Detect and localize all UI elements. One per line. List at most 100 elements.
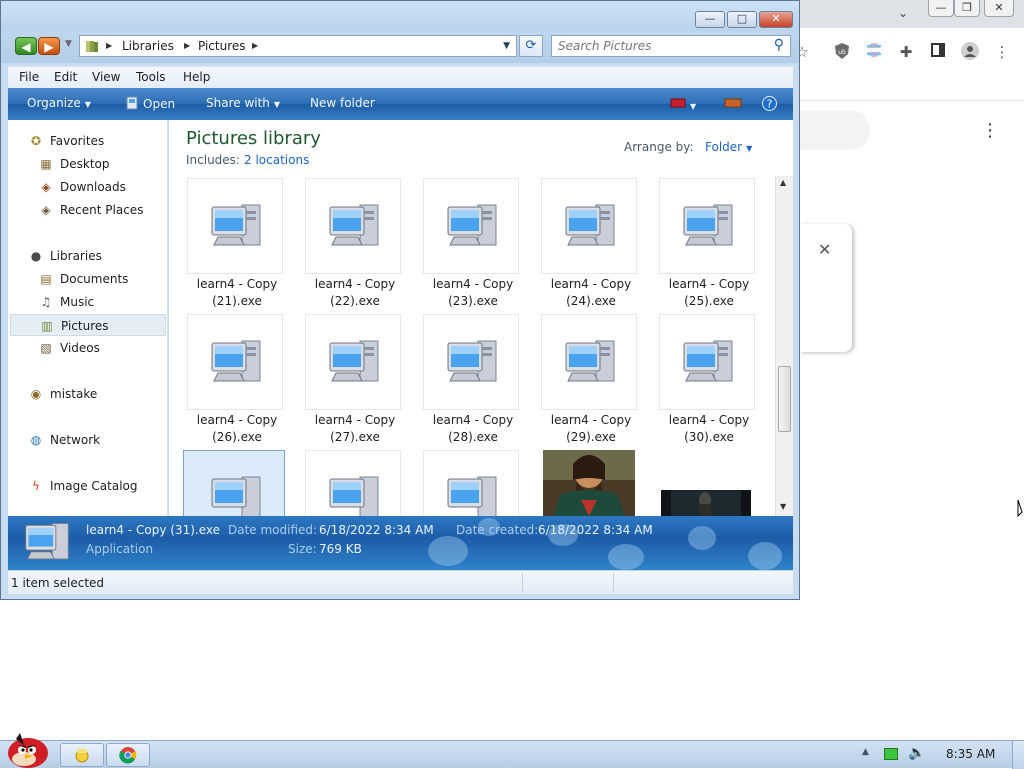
new-folder-button[interactable]: New folder <box>310 96 375 110</box>
sidebar-item-videos[interactable]: ▧ Videos <box>10 337 166 359</box>
minimize-button[interactable]: — <box>695 11 725 28</box>
sidebar-item-libraries[interactable]: ● Libraries <box>10 245 166 267</box>
sidebar-item-image-catalog[interactable]: ϟ Image Catalog <box>10 475 166 497</box>
library-folder-icon <box>86 41 98 52</box>
sidebar-item-documents[interactable]: ▤ Documents <box>10 268 166 290</box>
arrange-by-dropdown[interactable]: Folder ▼ <box>705 140 752 154</box>
file-item[interactable]: learn4 - Copy (30).exe <box>641 312 759 446</box>
preview-pane-button[interactable] <box>724 97 742 112</box>
libraries-icon: ● <box>30 249 42 263</box>
file-item[interactable]: learn4 - Copy (22).exe <box>287 176 405 310</box>
scrollbar-thumb[interactable] <box>778 366 791 432</box>
file-item-selected[interactable] <box>169 448 285 516</box>
sidebar-item-network[interactable]: ◍ Network <box>10 429 166 451</box>
address-dropdown-icon[interactable]: ▼ <box>503 41 510 51</box>
change-view-button[interactable]: ▼ <box>670 97 696 112</box>
volume-icon[interactable]: 🔈 <box>908 745 925 761</box>
menu-edit[interactable]: Edit <box>54 70 77 84</box>
page-more-icon[interactable]: ⋮ <box>980 120 1000 144</box>
page-search-box[interactable] <box>790 110 870 150</box>
popup-close-icon[interactable]: ✕ <box>818 240 831 259</box>
browser-tab-list-icon[interactable]: ⌄ <box>898 6 908 20</box>
computer-icon <box>329 476 379 516</box>
help-button[interactable]: ? <box>762 96 777 114</box>
breadcrumb-libraries[interactable]: Libraries <box>122 39 174 53</box>
file-name-line: learn4 - Copy <box>668 277 750 291</box>
close-button[interactable]: ✕ <box>759 11 793 28</box>
taskbar-chrome-button[interactable] <box>106 743 150 767</box>
sidebar-item-music[interactable]: ♫ Music <box>10 291 166 313</box>
breadcrumb-separator-icon[interactable]: ▶ <box>184 41 190 50</box>
includes-locations-link[interactable]: 2 locations <box>244 153 309 167</box>
sidebar-item-recent-places[interactable]: ◈ Recent Places <box>10 199 166 221</box>
date-modified-value: 6/18/2022 8:34 AM <box>319 523 434 537</box>
sidebar-item-favorites[interactable]: ✪ Favorites <box>10 130 166 152</box>
image-item[interactable] <box>641 448 759 516</box>
decorative-bubble <box>428 536 468 566</box>
network-status-icon[interactable] <box>884 748 898 760</box>
application-thumbnail <box>541 314 637 410</box>
profile-avatar-icon[interactable] <box>960 42 980 62</box>
menu-tools[interactable]: Tools <box>136 70 166 84</box>
scroll-up-icon[interactable]: ▲ <box>780 178 786 187</box>
breadcrumb-separator-icon[interactable]: ▶ <box>252 41 258 50</box>
breadcrumb-pictures[interactable]: Pictures <box>198 39 246 53</box>
file-item[interactable]: learn4 - Copy (21).exe <box>169 176 287 310</box>
forward-button[interactable]: ▶ <box>38 37 60 55</box>
open-button[interactable]: Open <box>126 96 175 111</box>
title-bar[interactable]: — □ ✕ <box>1 1 799 31</box>
file-item[interactable]: learn4 - Copy (23).exe <box>405 176 523 310</box>
file-item[interactable]: learn4 - Copy (25).exe <box>641 176 759 310</box>
file-item[interactable]: learn4 - Copy (26).exe <box>169 312 287 446</box>
homegroup-icon: ◉ <box>30 387 42 401</box>
status-divider <box>522 573 523 593</box>
browser-close-button[interactable]: ✕ <box>984 0 1014 17</box>
application-thumbnail <box>187 314 283 410</box>
menu-view[interactable]: View <box>92 70 120 84</box>
flag-extension-icon[interactable] <box>864 42 884 62</box>
menu-file[interactable]: File <box>19 70 39 84</box>
breadcrumb-separator-icon[interactable]: ▶ <box>106 41 112 50</box>
menu-help[interactable]: Help <box>183 70 210 84</box>
back-button[interactable]: ◀ <box>15 37 37 55</box>
browser-menu-icon[interactable]: ⋮ <box>992 42 1012 62</box>
file-item[interactable] <box>287 448 405 516</box>
clock[interactable]: 8:35 AM <box>946 747 995 761</box>
show-desktop-button[interactable] <box>1012 741 1024 769</box>
show-hidden-icons-icon[interactable]: ▲ <box>862 747 869 757</box>
sidebar-item-pictures[interactable]: ▥ Pictures <box>10 314 166 336</box>
organize-button[interactable]: Organize ▼ <box>27 96 91 110</box>
file-name-line: (30).exe <box>684 430 734 444</box>
computer-icon <box>565 340 615 382</box>
maximize-button[interactable]: □ <box>727 11 757 28</box>
sidebar-item-mistake[interactable]: ◉ mistake <box>10 383 166 405</box>
file-item[interactable]: learn4 - Copy (24).exe <box>523 176 641 310</box>
search-input[interactable] <box>558 38 758 54</box>
refresh-button[interactable]: ⟳ <box>519 35 543 57</box>
vertical-scrollbar[interactable]: ▲ ▼ <box>775 176 793 516</box>
desktop-icon: ▦ <box>40 157 52 171</box>
search-box[interactable]: ⚲ <box>551 35 791 57</box>
details-file-name: learn4 - Copy (31).exe <box>86 523 220 537</box>
recent-pages-chevron-icon[interactable]: ▼ <box>65 39 72 49</box>
file-item[interactable]: learn4 - Copy (28).exe <box>405 312 523 446</box>
browser-minimize-button[interactable]: — <box>928 0 954 17</box>
browser-restore-button[interactable]: ❐ <box>954 0 980 17</box>
side-panel-icon[interactable] <box>928 42 948 62</box>
file-item[interactable]: learn4 - Copy (27).exe <box>287 312 405 446</box>
ublock-extension-icon[interactable]: ub <box>832 42 852 62</box>
computer-icon <box>447 340 497 382</box>
file-item[interactable] <box>405 448 523 516</box>
start-button-angry-bird-icon[interactable] <box>2 731 54 769</box>
share-with-label: Share with <box>206 96 270 110</box>
sidebar-item-desktop[interactable]: ▦ Desktop <box>10 153 166 175</box>
search-icon[interactable]: ⚲ <box>774 37 784 53</box>
file-item[interactable]: learn4 - Copy (29).exe <box>523 312 641 446</box>
image-item[interactable] <box>523 448 641 516</box>
extensions-puzzle-icon[interactable]: ✚ <box>896 42 916 62</box>
address-bar[interactable]: ▶ Libraries ▶ Pictures ▶ ▼ <box>79 35 517 57</box>
scroll-down-icon[interactable]: ▼ <box>780 502 786 511</box>
taskbar-explorer-button[interactable] <box>60 743 104 767</box>
share-with-button[interactable]: Share with ▼ <box>206 96 280 110</box>
sidebar-item-downloads[interactable]: ◈ Downloads <box>10 176 166 198</box>
